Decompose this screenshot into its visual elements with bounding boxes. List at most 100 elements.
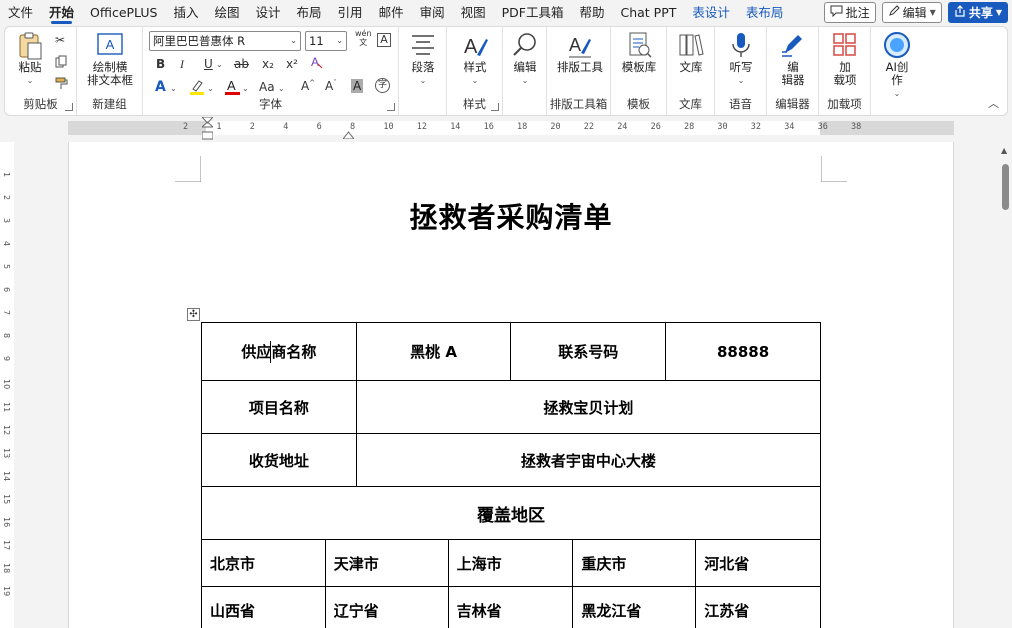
cut-icon[interactable]: ✂: [55, 33, 65, 47]
region-cell[interactable]: 北京市: [201, 539, 326, 587]
clipboard-launcher[interactable]: [65, 103, 73, 111]
address-value-cell[interactable]: 拯救者宇宙中心大楼: [355, 433, 822, 487]
dictate-button[interactable]: 听写 ⌄: [723, 31, 759, 87]
subscript-icon[interactable]: x₂: [262, 57, 274, 71]
copy-icon[interactable]: [55, 55, 67, 71]
editor-button[interactable]: 编 辑器: [775, 31, 811, 87]
ruler-number: 16: [483, 122, 494, 132]
region-cell[interactable]: 辽宁省: [324, 586, 449, 628]
enclose-char-icon[interactable]: 字: [375, 78, 390, 93]
coverage-header-cell[interactable]: 覆盖地区: [201, 486, 821, 540]
right-indent-marker-icon[interactable]: [341, 128, 356, 140]
bold-icon[interactable]: B: [156, 57, 165, 71]
char-border-icon[interactable]: A: [377, 33, 391, 47]
typeset-tools-button[interactable]: A 排版工具: [553, 31, 607, 74]
supplier-value-cell[interactable]: 黑桃 A: [355, 322, 512, 381]
ruler-number: 30: [717, 122, 728, 132]
editing-button[interactable]: 编辑 ⌄: [507, 31, 543, 87]
phone-label-cell[interactable]: 联系号码: [510, 322, 667, 381]
strikethrough-icon[interactable]: ab: [234, 57, 249, 71]
styles-button[interactable]: A 样式 ⌄: [455, 31, 495, 87]
font-name-select[interactable]: 阿里巴巴普惠体 R ⌄: [149, 31, 301, 51]
font-launcher[interactable]: [387, 103, 395, 111]
char-shading-icon[interactable]: A: [351, 79, 364, 93]
tab-review[interactable]: 审阅: [412, 0, 453, 25]
purchase-table[interactable]: 供应商名称 黑桃 A 联系号码 88888 项目名称 拯救宝贝计划 收货地址 拯…: [201, 322, 822, 540]
share-button[interactable]: 共享 ▼: [947, 2, 1008, 23]
tab-insert[interactable]: 插入: [165, 0, 206, 25]
tab-home[interactable]: 开始: [41, 0, 82, 25]
tab-mailings[interactable]: 邮件: [371, 0, 412, 25]
phone-value-cell[interactable]: 88888: [665, 322, 821, 381]
superscript-icon[interactable]: x²: [286, 57, 298, 71]
collapse-ribbon-icon[interactable]: ︿: [988, 95, 999, 111]
paragraph-button[interactable]: 段落 ⌄: [403, 31, 443, 87]
svg-text:A: A: [106, 37, 115, 52]
supplier-label-cell[interactable]: 供应商名称: [201, 322, 357, 381]
chevron-down-icon: ⌄: [893, 89, 901, 98]
region-cell[interactable]: 天津市: [324, 539, 449, 587]
typeset-icon: A: [566, 31, 594, 59]
comments-button[interactable]: 批注: [823, 2, 876, 23]
ruler-number: 2: [249, 122, 255, 132]
phonetic-guide-icon[interactable]: wén 文: [355, 29, 372, 47]
table-move-handle-icon[interactable]: ✣: [187, 308, 200, 321]
tab-help[interactable]: 帮助: [571, 0, 612, 25]
change-case-icon[interactable]: Aa: [259, 80, 275, 94]
tab-references[interactable]: 引用: [330, 0, 371, 25]
table-row: 项目名称 拯救宝贝计划: [201, 380, 822, 434]
document-page[interactable]: 拯救者采购清单 ✣ 供应商名称 黑桃 A 联系号码 88888 项目名称 拯救宝…: [68, 142, 954, 628]
ai-create-button[interactable]: AI创 作 ⌄: [877, 31, 917, 100]
tab-pdf-toolbox[interactable]: PDF工具箱: [494, 0, 572, 25]
font-size-select[interactable]: 11 ⌄: [305, 31, 347, 51]
tab-view[interactable]: 视图: [453, 0, 494, 25]
ruler-number: 28: [684, 122, 695, 132]
underline-icon[interactable]: U: [204, 57, 213, 71]
project-value-cell[interactable]: 拯救宝贝计划: [355, 380, 822, 434]
dictate-label: 听写: [729, 60, 753, 74]
library-button[interactable]: 文库: [673, 31, 709, 74]
addins-button[interactable]: 加 载项: [827, 31, 863, 87]
clear-format-icon[interactable]: A: [310, 55, 324, 73]
tab-table-layout[interactable]: 表布局: [738, 0, 792, 25]
group-clipboard: 粘贴 ⌄ ✂ 剪贴板: [5, 27, 77, 115]
tab-officeplus[interactable]: OfficePLUS: [82, 0, 165, 25]
italic-icon[interactable]: I: [180, 57, 184, 72]
scrollbar-thumb[interactable]: [1002, 164, 1009, 210]
styles-launcher[interactable]: [491, 103, 499, 111]
font-size-value: 11: [309, 34, 324, 48]
textbox-icon: A: [96, 31, 124, 59]
tab-file[interactable]: 文件: [0, 0, 41, 25]
text-effects-icon[interactable]: A: [155, 79, 166, 95]
regions-table[interactable]: 北京市 天津市 上海市 重庆市 河北省 山西省 辽宁省 吉林省 黑龙江省 江苏省: [201, 539, 821, 628]
scroll-up-icon[interactable]: ▲: [1001, 146, 1007, 155]
address-label-cell[interactable]: 收货地址: [201, 433, 357, 487]
region-cell[interactable]: 黑龙江省: [572, 586, 697, 628]
shrink-font-icon[interactable]: Aˇ: [325, 79, 337, 93]
tab-draw[interactable]: 绘图: [207, 0, 248, 25]
format-painter-icon[interactable]: [55, 77, 68, 93]
project-label-cell[interactable]: 项目名称: [201, 380, 357, 434]
addins-label-2: 载项: [833, 73, 857, 87]
region-cell[interactable]: 江苏省: [695, 586, 821, 628]
tab-table-design[interactable]: 表设计: [684, 0, 738, 25]
region-cell[interactable]: 重庆市: [572, 539, 697, 587]
vertical-scrollbar[interactable]: ▲: [998, 142, 1012, 628]
paste-button[interactable]: 粘贴 ⌄: [13, 31, 47, 87]
region-cell[interactable]: 吉林省: [447, 586, 574, 628]
library-books-icon: [677, 31, 705, 59]
document-title[interactable]: 拯救者采购清单: [69, 196, 953, 236]
grow-font-icon[interactable]: A^: [301, 79, 315, 93]
vertical-ruler-number: 9: [2, 356, 11, 362]
region-cell[interactable]: 河北省: [695, 539, 821, 587]
template-library-button[interactable]: 模板库: [617, 31, 661, 74]
tab-chat-ppt[interactable]: Chat PPT: [612, 0, 684, 25]
font-color-icon[interactable]: A: [225, 78, 240, 98]
tab-design[interactable]: 设计: [248, 0, 289, 25]
draw-textbox-button[interactable]: A 绘制横 排文本框: [83, 31, 137, 87]
region-cell[interactable]: 上海市: [447, 539, 574, 587]
region-cell[interactable]: 山西省: [201, 586, 326, 628]
editing-mode-button[interactable]: 编辑 ▼: [881, 2, 942, 23]
tab-layout[interactable]: 布局: [289, 0, 330, 25]
indent-marker-icon[interactable]: [200, 116, 215, 141]
